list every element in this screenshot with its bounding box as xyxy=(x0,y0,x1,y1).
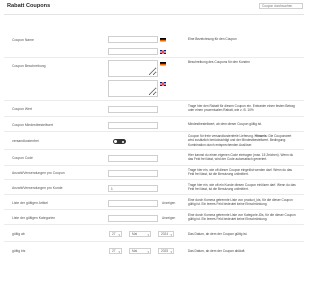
row-coupon-value: Coupon Wert Trage hier den Rabatt für di… xyxy=(4,101,304,117)
flag-de-icon xyxy=(160,38,166,42)
coupon-name-description: Eine Bezeichnung für den Coupon xyxy=(188,37,237,41)
coupon-code-input[interactable] xyxy=(108,155,158,162)
row-valid-until: gültig bis 27 ▾ Mai ▾ 2025 ▾ Das Datum, ab … xyxy=(4,242,304,262)
toggle-indicator xyxy=(122,140,124,143)
min-order-label: Coupon Mindestbestellwert xyxy=(12,123,53,127)
valid-until-month-value: Mai xyxy=(132,249,138,253)
toggle-knob xyxy=(114,140,117,143)
valid-products-show-link[interactable]: Anzeigen xyxy=(162,201,175,205)
valid-from-description: Das Datum, ab dem der Coupon gültig ist. xyxy=(188,232,248,236)
valid-until-description: Das Datum, ab dem der Coupon abläuft. xyxy=(188,249,246,253)
uses-per-coupon-label: Anzahl/Verwendungen pro Coupon xyxy=(12,171,65,175)
valid-until-label: gültig bis xyxy=(12,249,26,253)
valid-until-day-select[interactable]: 27 ▾ xyxy=(109,248,122,254)
chevron-down-icon: ▾ xyxy=(147,233,149,237)
coupon-value-input[interactable] xyxy=(108,106,158,113)
valid-until-year-select[interactable]: 2025 ▾ xyxy=(158,248,174,254)
coupon-value-description: Trage hier den Rabatt für diesen Coupon … xyxy=(188,104,295,113)
coupon-name-de-input[interactable] xyxy=(108,36,158,43)
valid-from-year-value: 2024 xyxy=(161,232,169,236)
min-order-description: Mindestbestellwert, ab dem dieser Coupon… xyxy=(188,122,262,126)
valid-categories-input[interactable] xyxy=(108,215,158,222)
chevron-down-icon: ▾ xyxy=(118,250,120,254)
chevron-down-icon: ▾ xyxy=(170,233,172,237)
valid-categories-label: Liste der gültigen Kategorien xyxy=(12,216,56,220)
valid-from-month-value: Mai xyxy=(132,232,138,236)
free-shipping-toggle[interactable] xyxy=(113,139,126,144)
flag-de-icon xyxy=(160,62,166,66)
page-title: Rabatt Coupons xyxy=(7,3,51,9)
coupon-name-gb-input[interactable] xyxy=(108,48,158,55)
row-coupon-description: Coupon Beschreibung Beschreibung des Cou… xyxy=(4,58,304,101)
row-free-shipping: versandkostenfrei Coupon für freie versa… xyxy=(4,132,304,150)
valid-until-month-select[interactable]: Mai ▾ xyxy=(129,248,151,254)
search-input[interactable] xyxy=(259,3,303,9)
coupon-name-label: Coupon Name xyxy=(12,38,34,42)
uses-per-coupon-input[interactable] xyxy=(108,170,158,177)
coupon-description-description: Beschreibung des Coupons für den Kunden xyxy=(188,60,250,64)
row-valid-categories: Liste der gültigen Kategorien Anzeigen E… xyxy=(4,210,304,225)
coupon-description-de-textarea[interactable] xyxy=(108,60,158,77)
row-uses-per-coupon: Anzahl/Verwendungen pro Coupon Trage hie… xyxy=(4,166,304,180)
valid-categories-description: Eine durch Komma getrennte Liste von Kat… xyxy=(188,213,296,222)
valid-products-label: Liste der gültigen Artikel xyxy=(12,201,48,205)
valid-from-label: gültig ab xyxy=(12,232,25,236)
valid-until-year-value: 2025 xyxy=(161,249,169,253)
coupon-form: Coupon Name Eine Bezeichnung für den Cou… xyxy=(4,31,304,262)
row-valid-from: gültig ab 27 ▾ Mai ▾ 2024 ▾ Das Datum, ab d… xyxy=(4,225,304,242)
valid-from-year-select[interactable]: 2024 ▾ xyxy=(158,231,174,237)
uses-per-customer-description: Trage hier ein, wie oft ein Kunde diesen… xyxy=(188,183,296,192)
chevron-down-icon: ▾ xyxy=(170,250,172,254)
free-shipping-label: versandkostenfrei xyxy=(12,139,39,143)
row-coupon-name: Coupon Name Eine Bezeichnung für den Cou… xyxy=(4,31,304,58)
coupon-page: Rabatt Coupons Coupon Name Eine Bezeichn… xyxy=(0,0,308,285)
chevron-down-icon: ▾ xyxy=(147,250,149,254)
chevron-down-icon: ▾ xyxy=(118,233,120,237)
min-order-input[interactable] xyxy=(108,122,158,129)
row-coupon-code: Coupon Code Hier kannst du einen eigenen… xyxy=(4,150,304,166)
flag-gb-icon xyxy=(160,50,166,54)
free-shipping-description: Coupon für freie versandkostenfreie Lief… xyxy=(188,134,298,147)
row-uses-per-customer: Anzahl/Verwendungen pro Kunde Trage hier… xyxy=(4,180,304,195)
uses-per-customer-input[interactable] xyxy=(108,185,158,192)
coupon-description-gb-textarea[interactable] xyxy=(108,80,158,97)
valid-from-month-select[interactable]: Mai ▾ xyxy=(129,231,151,237)
uses-per-customer-label: Anzahl/Verwendungen pro Kunde xyxy=(12,186,63,190)
coupon-code-label: Coupon Code xyxy=(12,156,33,160)
coupon-description-label: Coupon Beschreibung xyxy=(12,64,46,68)
valid-products-input[interactable] xyxy=(108,200,158,207)
valid-from-day-select[interactable]: 27 ▾ xyxy=(109,231,122,237)
coupon-code-description: Hier kannst du einen eigenen Code eintra… xyxy=(188,153,294,162)
valid-products-description: Eine durch Komma getrennte Liste von pro… xyxy=(188,198,293,207)
valid-from-day-value: 27 xyxy=(112,232,116,236)
row-min-order: Coupon Mindestbestellwert Mindestbestell… xyxy=(4,117,304,132)
coupon-value-label: Coupon Wert xyxy=(12,107,32,111)
uses-per-coupon-description: Trage hier ein, wie oft dieser Coupon ei… xyxy=(188,168,293,177)
flag-gb-icon xyxy=(160,82,166,86)
row-valid-products: Liste der gültigen Artikel Anzeigen Eine… xyxy=(4,195,304,210)
valid-categories-show-link[interactable]: Anzeigen xyxy=(162,216,175,220)
valid-until-day-value: 27 xyxy=(112,249,116,253)
title-divider xyxy=(4,14,304,15)
